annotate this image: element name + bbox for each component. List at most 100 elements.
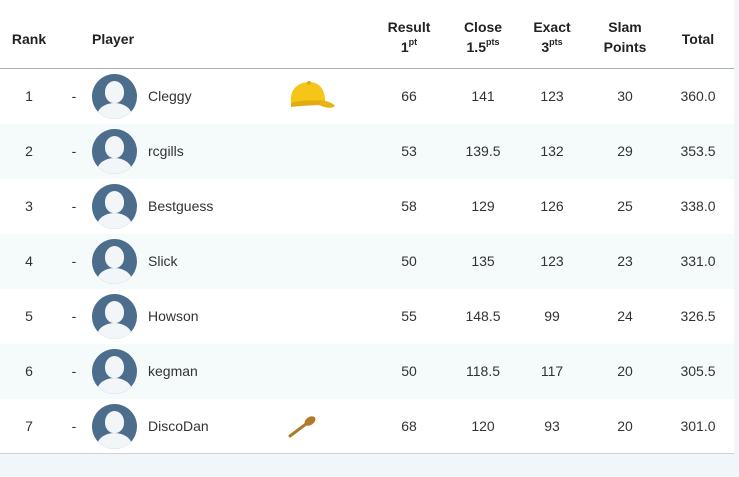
result-cell: 50: [401, 253, 417, 269]
table-row[interactable]: 7 - DiscoDan 68 120 93 20 301.0: [0, 399, 734, 454]
player-name[interactable]: Bestguess: [148, 179, 213, 234]
avatar-head: [105, 411, 124, 433]
avatar[interactable]: [92, 349, 137, 394]
total-cell: 360.0: [680, 88, 716, 104]
header-exact-label: Exact: [533, 19, 571, 35]
player-name[interactable]: DiscoDan: [148, 399, 209, 454]
close-cell: 118.5: [466, 363, 500, 379]
rank-cell: 4: [25, 253, 33, 269]
avatar[interactable]: [92, 129, 137, 174]
header-close-unit: pts: [485, 37, 500, 48]
movement-indicator: -: [71, 363, 77, 379]
badge-slot: [285, 79, 337, 116]
movement-indicator: -: [71, 198, 77, 214]
table-row[interactable]: 3 - Bestguess 58 129 126 25 338.0: [0, 179, 734, 234]
avatar[interactable]: [92, 184, 137, 229]
table-row[interactable]: 4 - Slick 50 135 123 23 331.0: [0, 234, 734, 289]
result-cell: 50: [401, 363, 417, 379]
header-exact-value: 3: [541, 39, 550, 55]
leaderboard: Rank Player Result 1pt Close 1.5pts Exac…: [0, 0, 734, 454]
avatar-head: [105, 301, 124, 323]
header-result-points: 1pt: [378, 37, 440, 57]
result-cell: 68: [401, 418, 417, 434]
avatar-body: [97, 213, 132, 229]
header-exact-points: 3pts: [522, 37, 582, 57]
header-result-unit: pt: [408, 37, 418, 48]
header-exact[interactable]: Exact 3pts: [522, 17, 582, 57]
header-total[interactable]: Total: [672, 29, 724, 49]
avatar-body: [97, 268, 132, 284]
header-result[interactable]: Result 1pt: [378, 17, 440, 57]
close-cell: 129: [471, 198, 495, 214]
total-cell: 338.0: [680, 198, 716, 214]
header-slam-label: Slam: [608, 19, 642, 35]
rank-cell: 6: [25, 363, 33, 379]
exact-cell: 93: [544, 418, 560, 434]
exact-cell: 132: [540, 143, 564, 159]
badge-slot: [287, 415, 317, 442]
exact-cell: 123: [540, 253, 564, 269]
avatar-body: [97, 378, 132, 394]
movement-indicator: -: [71, 308, 77, 324]
result-cell: 58: [401, 198, 417, 214]
total-cell: 301.0: [680, 418, 716, 434]
total-cell: 305.5: [680, 363, 716, 379]
slam-points-cell: 29: [617, 143, 633, 159]
table-row[interactable]: 5 - Howson 55 148.5 99 24 326.5: [0, 289, 734, 344]
rank-cell: 1: [25, 88, 33, 104]
avatar-body: [97, 103, 132, 119]
close-cell: 148.5: [465, 308, 501, 324]
header-close-label: Close: [463, 19, 503, 35]
header-close-points: 1.5pts: [450, 37, 516, 57]
rank-cell: 7: [25, 418, 33, 434]
movement-indicator: -: [71, 253, 77, 269]
header-exact-unit: pts: [549, 37, 563, 48]
player-name[interactable]: kegman: [148, 344, 198, 399]
player-name[interactable]: rcgills: [148, 124, 184, 179]
rank-cell: 2: [25, 143, 33, 159]
avatar[interactable]: [92, 74, 137, 119]
header-rank[interactable]: Rank: [0, 29, 58, 49]
slam-points-cell: 30: [617, 88, 633, 104]
movement-indicator: -: [71, 143, 77, 159]
close-cell: 139.5: [465, 143, 501, 159]
avatar-head: [105, 191, 124, 213]
close-cell: 135: [471, 253, 495, 269]
rank-cell: 5: [25, 308, 33, 324]
wooden-spoon-icon: [288, 416, 316, 438]
header-close-value: 1.5: [466, 39, 486, 55]
slam-points-cell: 25: [617, 198, 633, 214]
table-row[interactable]: 1 - Cleggy 66 141 123 30 360.0: [0, 69, 734, 124]
avatar[interactable]: [92, 239, 137, 284]
result-cell: 66: [401, 88, 417, 104]
leaderboard-rows: 1 - Cleggy 66 141 123 30 360.0 2 - rcgil…: [0, 69, 734, 454]
close-cell: 141: [471, 88, 495, 104]
slam-points-cell: 24: [617, 308, 633, 324]
leaderboard-header: Rank Player Result 1pt Close 1.5pts Exac…: [0, 0, 734, 69]
header-slam-label-2: Points: [603, 39, 647, 55]
rank-cell: 3: [25, 198, 33, 214]
avatar[interactable]: [92, 294, 137, 339]
movement-indicator: -: [71, 88, 77, 104]
player-name[interactable]: Howson: [148, 289, 199, 344]
header-player[interactable]: Player: [92, 29, 136, 49]
exact-cell: 99: [544, 308, 560, 324]
result-cell: 53: [401, 143, 417, 159]
avatar[interactable]: [92, 404, 137, 449]
avatar-body: [97, 323, 132, 339]
close-cell: 120: [471, 418, 495, 434]
player-name[interactable]: Cleggy: [148, 69, 192, 124]
avatar-body: [97, 158, 132, 174]
header-slam-points[interactable]: Slam Points: [592, 17, 658, 57]
table-row[interactable]: 6 - kegman 50 118.5 117 20 305.5: [0, 344, 734, 399]
player-name[interactable]: Slick: [148, 234, 178, 289]
avatar-head: [105, 81, 124, 103]
header-result-label: Result: [387, 19, 431, 35]
avatar-head: [105, 356, 124, 378]
avatar-body: [97, 433, 132, 449]
table-row[interactable]: 2 - rcgills 53 139.5 132 29 353.5: [0, 124, 734, 179]
yellow-cap-icon: [290, 81, 335, 108]
movement-indicator: -: [71, 418, 77, 434]
header-close[interactable]: Close 1.5pts: [450, 17, 516, 57]
slam-points-cell: 20: [617, 363, 633, 379]
